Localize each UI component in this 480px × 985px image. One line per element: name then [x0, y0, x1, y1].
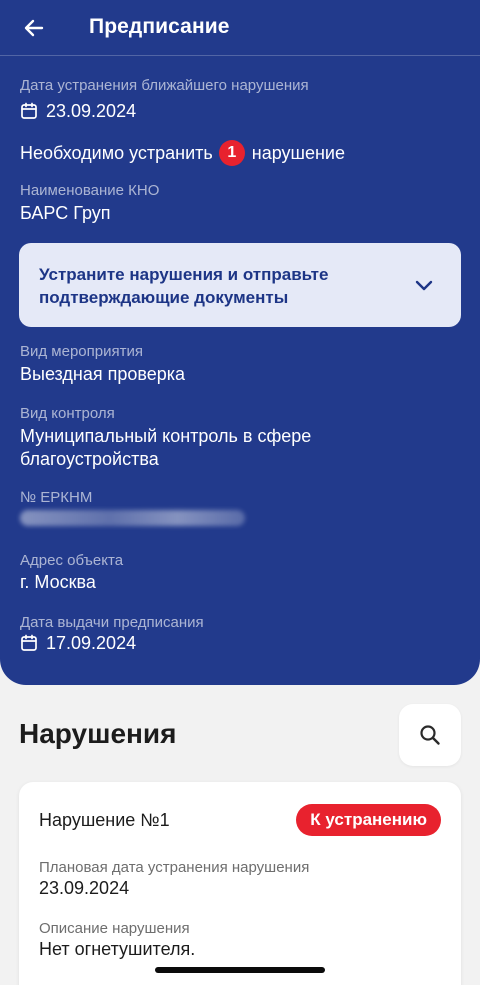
- description-value: Нет огнетушителя.: [39, 939, 196, 959]
- home-indicator[interactable]: [155, 967, 325, 973]
- erknm-label: № ЕРКНМ: [20, 489, 93, 506]
- kno-value: БАРС Груп: [20, 203, 111, 223]
- status-badge: К устранению: [296, 804, 441, 836]
- violation-card[interactable]: Нарушение №1 К устранению Плановая дата …: [19, 782, 461, 985]
- control-type-label: Вид контроля: [20, 405, 115, 422]
- address-value: г. Москва: [20, 572, 96, 592]
- issue-date-label: Дата выдачи предписания: [20, 614, 204, 631]
- arrow-left-icon: [22, 16, 46, 40]
- nearest-deadline-label: Дата устранения ближайшего нарушения: [20, 77, 309, 94]
- description-label: Описание нарушения: [39, 920, 190, 937]
- nearest-deadline-row: 23.09.2024: [20, 99, 136, 123]
- kno-label: Наименование КНО: [20, 182, 160, 199]
- event-type-label: Вид мероприятия: [20, 343, 143, 360]
- control-type-value-line2: благоустройства: [20, 449, 159, 469]
- erknm-value-blurred: [20, 510, 245, 526]
- planned-date-label: Плановая дата устранения нарушения: [39, 859, 310, 876]
- violation-title: Нарушение №1: [39, 810, 170, 830]
- violations-section-title: Нарушения: [19, 718, 177, 749]
- search-button[interactable]: [399, 704, 461, 766]
- prescription-header-panel: Предписание Дата устранения ближайшего н…: [0, 0, 480, 685]
- issue-date-value: 17.09.2024: [46, 632, 137, 653]
- violation-count-badge: 1: [218, 140, 245, 166]
- event-type-value: Выездная проверка: [20, 364, 186, 384]
- page-title: Предписание: [89, 15, 230, 38]
- need-prefix-text: Необходимо устранить: [20, 142, 213, 163]
- calendar-icon: [20, 634, 38, 652]
- planned-date-value: 23.09.2024: [39, 878, 130, 898]
- control-type-value-line1: Муниципальный контроль в сфере: [20, 426, 312, 446]
- address-label: Адрес объекта: [20, 552, 124, 569]
- screen: Предписание Дата устранения ближайшего н…: [0, 0, 480, 985]
- nav-bar: Предписание: [0, 0, 480, 56]
- fix-violations-expandable-card[interactable]: Устраните нарушения и отправьте подтверж…: [19, 243, 461, 327]
- nearest-deadline-date: 23.09.2024: [46, 100, 137, 121]
- issue-date-row: 17.09.2024: [20, 631, 136, 655]
- need-suffix-text: нарушение: [251, 142, 345, 163]
- chevron-down-icon: [413, 274, 435, 296]
- calendar-icon: [20, 102, 38, 120]
- back-button[interactable]: [14, 8, 54, 48]
- violations-to-fix-row: Необходимо устранить 1 нарушение: [20, 140, 345, 166]
- search-icon: [418, 723, 442, 747]
- fix-violations-card-text: Устраните нарушения и отправьте подтверж…: [39, 265, 329, 307]
